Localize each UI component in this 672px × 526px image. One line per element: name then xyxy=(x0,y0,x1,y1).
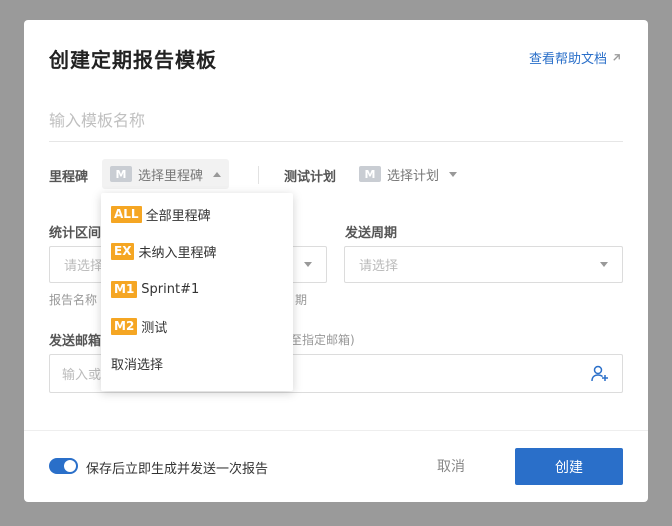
dropdown-item-m1[interactable]: M1 Sprint#1 xyxy=(111,277,199,301)
item-label: 取消选择 xyxy=(111,357,164,373)
dialog-title: 创建定期报告模板 xyxy=(49,48,217,72)
item-label: Sprint#1 xyxy=(141,281,200,297)
stat-range-label: 统计区间 xyxy=(49,226,102,241)
caret-down-icon xyxy=(600,262,608,267)
dropdown-item-all[interactable]: ALL 全部里程碑 xyxy=(111,202,211,226)
milestone-placeholder: 选择里程碑 xyxy=(138,168,204,184)
external-link-icon xyxy=(613,54,620,61)
help-docs-link[interactable]: 查看帮助文档 xyxy=(529,48,622,67)
caret-down-icon xyxy=(449,171,458,177)
milestone-badge: M xyxy=(110,166,132,182)
add-user-icon[interactable] xyxy=(590,364,610,384)
send-cycle-select[interactable]: 请选择 xyxy=(344,246,623,283)
hint-right: 期 xyxy=(295,293,308,307)
milestone-select[interactable]: M 选择里程碑 xyxy=(102,159,230,189)
help-docs-label: 查看帮助文档 xyxy=(528,52,607,67)
item-tag: M1 xyxy=(111,280,138,298)
test-plan-placeholder: 选择计划 xyxy=(387,168,440,184)
caret-down-icon xyxy=(304,262,312,267)
email-placeholder: 输入或 xyxy=(62,368,102,383)
item-label: 未纳入里程碑 xyxy=(138,245,217,261)
item-tag: EX xyxy=(111,242,135,260)
caret-up-icon xyxy=(213,171,222,177)
send-now-label: 保存后立即生成并发送一次报告 xyxy=(86,462,269,477)
cancel-button[interactable]: 取消 xyxy=(418,452,484,480)
send-cycle-label: 发送周期 xyxy=(345,226,398,241)
send-now-toggle[interactable] xyxy=(49,458,78,474)
item-label: 测试 xyxy=(141,320,168,336)
item-label: 全部里程碑 xyxy=(145,208,211,224)
dropdown-item-clear[interactable]: 取消选择 xyxy=(111,351,163,375)
dropdown-item-m2[interactable]: M2 测试 xyxy=(111,314,167,338)
email-label: 发送邮箱 xyxy=(49,334,102,349)
test-plan-select[interactable]: M 选择计划 xyxy=(351,159,465,189)
item-tag: ALL xyxy=(111,205,142,223)
hint-left: 报告名称 xyxy=(49,293,98,307)
create-button[interactable]: 创建 xyxy=(515,448,623,485)
footer-divider xyxy=(24,430,648,431)
test-plan-label: 测试计划 xyxy=(284,170,337,185)
send-cycle-placeholder: 请选择 xyxy=(359,259,399,274)
toggle-knob xyxy=(64,460,76,472)
email-note: 至指定邮箱) xyxy=(290,333,355,347)
dropdown-item-ex[interactable]: EX 未纳入里程碑 xyxy=(111,239,216,263)
milestone-dropdown-menu: ALL 全部里程碑 EX 未纳入里程碑 M1 Sprint#1 M2 测试 取消… xyxy=(101,193,293,391)
milestone-label: 里程碑 xyxy=(49,170,89,185)
template-name-input[interactable] xyxy=(49,100,623,142)
test-plan-badge: M xyxy=(359,166,381,182)
stat-range-placeholder: 请选择 xyxy=(64,259,104,274)
divider xyxy=(258,166,259,184)
item-tag: M2 xyxy=(111,317,138,335)
